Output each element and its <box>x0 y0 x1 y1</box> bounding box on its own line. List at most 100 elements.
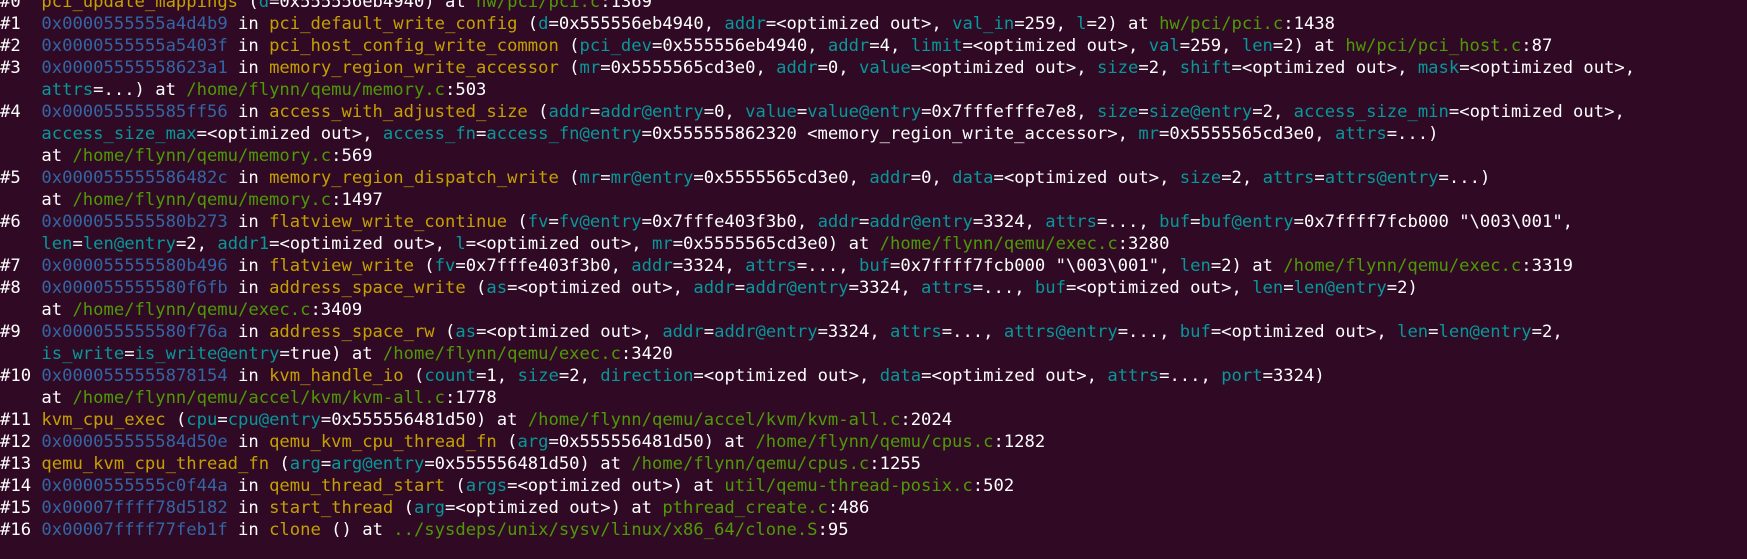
plain-text: :1438 <box>1283 14 1336 34</box>
parameter-name: arg <box>413 498 446 518</box>
plain-text: #16 <box>0 520 42 540</box>
source-file: /home/flynn/qemu/cpus.c <box>631 454 870 474</box>
plain-text: =0x5555565cd3e0) at <box>672 234 880 254</box>
parameter-name: l <box>1076 14 1087 34</box>
parameter-name: attrs <box>41 80 94 100</box>
plain-text: =<optimized out>, <box>507 278 694 298</box>
parameter-name: val_in <box>952 14 1015 34</box>
plain-text: = <box>1314 168 1325 188</box>
plain-text: #13 <box>0 454 42 474</box>
parameter-name: arg <box>289 454 321 474</box>
frame-address: 0x0000555555c0f44a <box>41 476 228 496</box>
plain-text: ( <box>517 14 539 34</box>
plain-text: =..., <box>1159 366 1222 386</box>
plain-text: in <box>227 520 270 540</box>
parameter-name: size <box>1096 58 1139 78</box>
backtrace-line: #8 0x000055555580f6fb in address_space_w… <box>0 277 1418 299</box>
parameter-name: buf <box>1159 212 1191 232</box>
plain-text: :87 <box>1521 36 1553 56</box>
plain-text: =<optimized out>, <box>910 58 1097 78</box>
parameter-name: addr@entry <box>745 278 849 298</box>
parameter-name: is_write <box>41 344 125 364</box>
parameter-name: as <box>486 278 508 298</box>
backtrace-line: access_size_max=<optimized out>, access_… <box>0 123 1438 145</box>
plain-text: =259, <box>1179 36 1242 56</box>
backtrace-line: #2 0x0000555555a5403f in pci_host_config… <box>0 35 1552 57</box>
function-name: access_with_adjusted_size <box>269 102 528 122</box>
plain-text: #12 <box>0 432 42 452</box>
frame-address: 0x000055555580f76a <box>41 322 228 342</box>
plain-text: =<optimized out>, <box>465 234 652 254</box>
plain-text: =0x555556481d50) at <box>548 432 756 452</box>
plain-text: =<optimized out>, <box>476 322 663 342</box>
parameter-name: arg@entry <box>331 454 425 474</box>
function-name: flatview_write <box>269 256 414 276</box>
plain-text: #1 <box>0 14 42 34</box>
plain-text: :569 <box>331 146 373 166</box>
plain-text: in <box>227 476 270 496</box>
parameter-name: is_write@entry <box>134 344 280 364</box>
plain-text: =<optimized out>, <box>269 234 456 254</box>
parameter-name: l <box>455 234 466 254</box>
plain-text: ( <box>465 278 487 298</box>
source-file: /home/flynn/qemu/exec.c <box>879 234 1118 254</box>
plain-text: ( <box>269 454 290 474</box>
parameter-name: fv <box>434 256 456 276</box>
function-name: pci_update_mappings <box>41 0 239 12</box>
plain-text: =0x555556481d50) at <box>424 454 632 474</box>
plain-text: :1778 <box>444 388 497 408</box>
plain-text: in <box>227 14 270 34</box>
plain-text: ( <box>558 36 580 56</box>
plain-text: =0x5555565cd3e0, <box>693 168 870 188</box>
plain-text: =2, <box>1252 102 1294 122</box>
parameter-name: cpu@entry <box>227 410 321 430</box>
parameter-name: size <box>1179 168 1222 188</box>
parameter-name: val <box>1148 36 1180 56</box>
plain-text: =0x7ffff7fcb000 "\003\001", <box>1293 212 1574 232</box>
plain-text: :3319 <box>1521 256 1573 276</box>
parameter-name: as <box>455 322 477 342</box>
plain-text: =<optimized out>, <box>693 366 880 386</box>
plain-text: ( <box>445 476 466 496</box>
plain-text: = <box>1138 102 1149 122</box>
backtrace-line: #12 0x000055555584d50e in qemu_kvm_cpu_t… <box>0 431 1045 453</box>
plain-text: =0x7fffefffe7e8, <box>921 102 1097 122</box>
backtrace-line: is_write=is_write@entry=true) at /home/f… <box>0 343 672 365</box>
parameter-name: len <box>1179 256 1211 276</box>
plain-text: =2, <box>175 234 218 254</box>
plain-text: =<optimized out>, <box>196 124 383 144</box>
plain-text: #4 <box>0 102 42 122</box>
backtrace-line: #10 0x0000555555878154 in kvm_handle_io … <box>0 365 1325 387</box>
plain-text: :486 <box>827 498 870 518</box>
parameter-name: addr@entry <box>714 322 818 342</box>
plain-text: =..., <box>941 322 1004 342</box>
plain-text: in <box>227 36 270 56</box>
frame-address: 0x000055555585ff56 <box>41 102 228 122</box>
plain-text: ( <box>238 0 259 12</box>
plain-text: =0x7fffe403f3b0, <box>641 212 818 232</box>
backtrace-line: #9 0x000055555580f76a in address_space_r… <box>0 321 1563 343</box>
plain-text: =<optimized out>, <box>1459 58 1636 78</box>
plain-text: = <box>476 124 487 144</box>
plain-text <box>0 344 41 364</box>
plain-text: =2, <box>1221 168 1263 188</box>
plain-text: ( <box>527 102 549 122</box>
plain-text: = <box>124 344 135 364</box>
parameter-name: attrs <box>1262 168 1315 188</box>
plain-text: =1, <box>476 366 518 386</box>
plain-text: in <box>227 102 270 122</box>
plain-text: :95 <box>817 520 849 540</box>
plain-text: #0 <box>0 0 42 12</box>
source-file: hw/pci/pci.c <box>476 0 601 12</box>
source-file: /home/flynn/qemu/exec.c <box>382 344 621 364</box>
plain-text: #2 <box>0 36 42 56</box>
plain-text: #5 <box>0 168 42 188</box>
plain-text <box>0 80 41 100</box>
terminal-output[interactable]: #0 pci_update_mappings (d=0x555556eb4940… <box>0 0 1747 559</box>
parameter-name: len <box>1397 322 1429 342</box>
parameter-name: mr@entry <box>610 168 694 188</box>
backtrace-line: len=len@entry=2, addr1=<optimized out>, … <box>0 233 1169 255</box>
parameter-name: addr@entry <box>869 212 973 232</box>
plain-text: :1282 <box>993 432 1046 452</box>
plain-text: =259, <box>1014 14 1077 34</box>
